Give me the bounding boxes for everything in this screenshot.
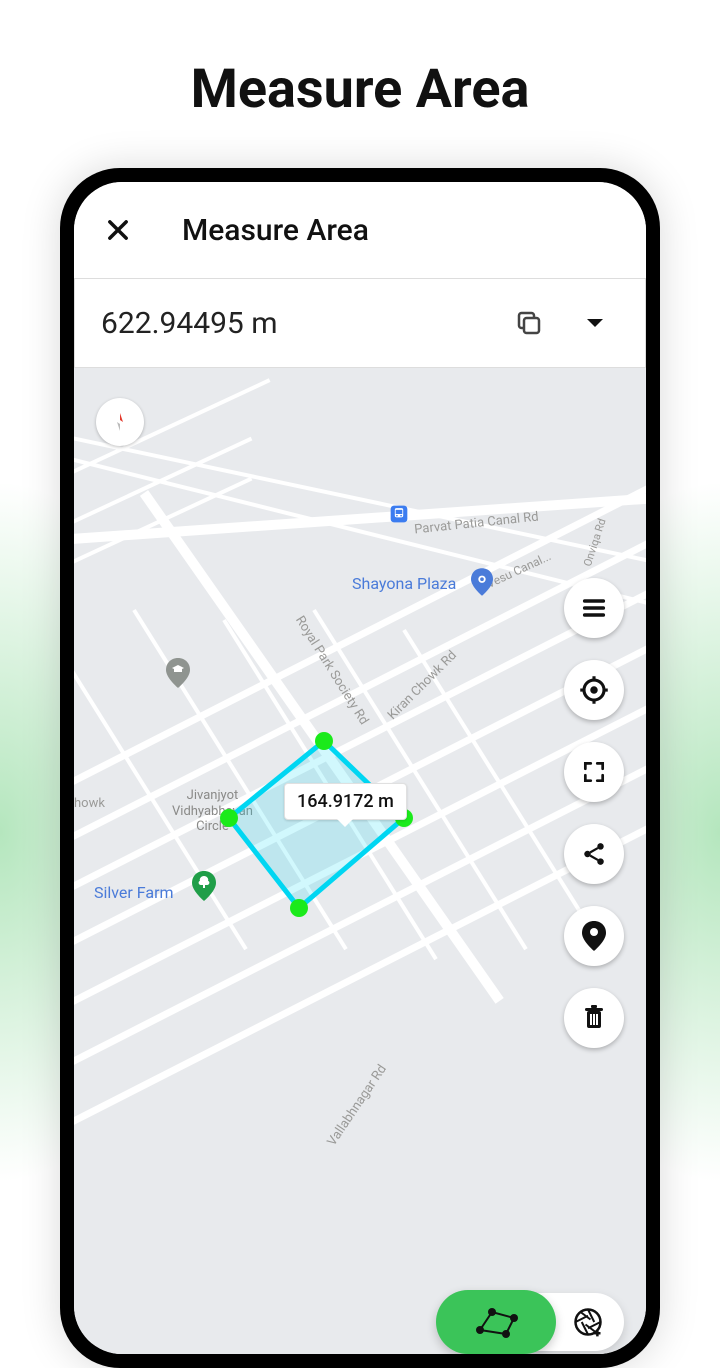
- unit-dropdown-button[interactable]: [571, 299, 619, 347]
- copy-icon: [514, 308, 544, 338]
- polygon-tool-icon: [470, 1304, 522, 1340]
- copy-button[interactable]: [505, 299, 553, 347]
- menu-button[interactable]: [564, 578, 624, 638]
- map-tool-column: [564, 578, 624, 1048]
- measurement-value: 622.94495 m: [101, 306, 505, 341]
- share-icon: [581, 841, 607, 867]
- aperture-icon: [573, 1307, 603, 1337]
- app-header: Measure Area: [74, 182, 646, 278]
- menu-icon: [580, 594, 608, 622]
- page-title: Measure Area: [182, 213, 369, 248]
- share-button[interactable]: [564, 824, 624, 884]
- app-screen: Measure Area 622.94495 m: [74, 182, 646, 1354]
- poi-shayona[interactable]: Shayona Plaza: [352, 574, 456, 593]
- measurement-shape[interactable]: 164.9172 m: [204, 723, 424, 923]
- delete-button[interactable]: [564, 988, 624, 1048]
- measurement-bar: 622.94495 m: [74, 278, 646, 368]
- locate-button[interactable]: [564, 660, 624, 720]
- map-canvas[interactable]: Parvat Patia Canal Rd Vesu Canal... Onvi…: [74, 368, 646, 1354]
- polygon-vertex[interactable]: [290, 899, 308, 917]
- compass-button[interactable]: [96, 398, 144, 446]
- polygon-vertex[interactable]: [315, 732, 333, 750]
- phone-frame: Measure Area 622.94495 m: [60, 168, 660, 1368]
- map-pin-icon: [582, 921, 606, 951]
- crosshair-icon: [579, 675, 609, 705]
- fullscreen-icon: [581, 759, 607, 785]
- draw-area-button[interactable]: [436, 1290, 556, 1354]
- polygon-vertex[interactable]: [220, 809, 238, 827]
- promo-title: Measure Area: [0, 58, 720, 121]
- close-icon: [104, 216, 132, 244]
- fullscreen-button[interactable]: [564, 742, 624, 802]
- trash-icon: [582, 1005, 606, 1031]
- road-label-vallabh: Vallabhnagar Rd: [325, 1062, 390, 1149]
- transit-pin-icon[interactable]: [389, 504, 409, 524]
- place-pin-button[interactable]: [564, 906, 624, 966]
- poi-silver-farm[interactable]: Silver Farm: [94, 883, 174, 902]
- chevron-down-icon: [583, 311, 607, 335]
- road-label-hawai: howk: [74, 796, 105, 811]
- compass-icon: [108, 410, 132, 434]
- segment-length-label: 164.9172 m: [284, 783, 407, 820]
- poi-pin-icon[interactable]: [471, 568, 493, 596]
- education-pin-icon[interactable]: [166, 658, 190, 688]
- close-button[interactable]: [96, 208, 140, 252]
- bottom-action-bar: [436, 1290, 624, 1354]
